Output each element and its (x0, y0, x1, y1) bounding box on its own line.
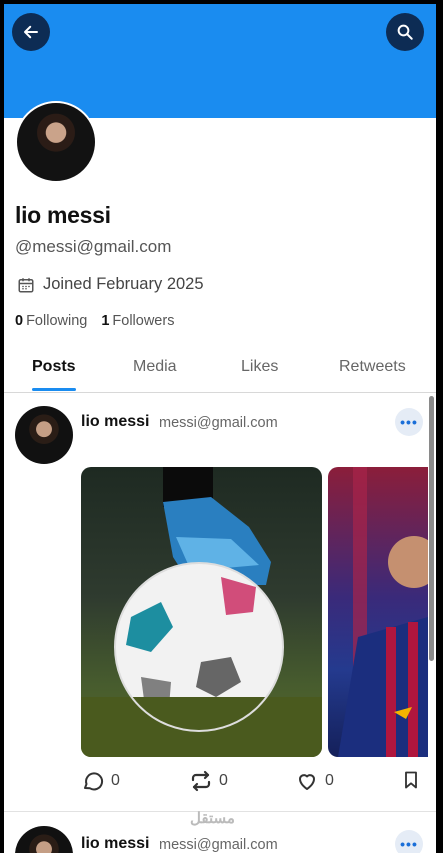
football-illustration (81, 467, 322, 757)
joined-date: Joined February 2025 (17, 275, 204, 294)
post-author-name[interactable]: lio messi (81, 835, 149, 853)
post-author-name[interactable]: lio messi (81, 413, 149, 431)
profile-name: lio messi (15, 202, 111, 228)
post-author-handle: messi@gmail.com (159, 415, 278, 431)
post-more-button[interactable]: ••• (395, 408, 423, 436)
heart-icon (299, 774, 315, 790)
comment-button[interactable]: 0 (81, 769, 120, 793)
back-button[interactable] (12, 13, 50, 51)
bookmark-button[interactable] (401, 769, 421, 791)
cover-banner (4, 4, 436, 118)
post-author-handle: messi@gmail.com (159, 837, 278, 853)
like-count: 0 (325, 772, 334, 789)
post-more-button[interactable]: ••• (395, 830, 423, 853)
post-image-player[interactable] (328, 467, 428, 757)
following-count: 0 (15, 313, 24, 329)
followers-count: 1 (101, 313, 110, 329)
post-author-avatar[interactable] (15, 826, 73, 853)
post-actions: 0 0 0 (81, 769, 421, 795)
bookmark-icon (405, 771, 417, 789)
profile-screen: lio messi @messi@gmail.com Joined Februa… (4, 4, 436, 853)
joined-text: Joined February 2025 (43, 275, 204, 293)
search-button[interactable] (386, 13, 424, 51)
post-image-football[interactable] (81, 467, 322, 757)
followers-link[interactable]: 1 Followers (101, 313, 174, 329)
profile-tabs: Posts Media Likes Retweets (4, 352, 436, 393)
calendar-icon (18, 277, 34, 292)
post-author-avatar[interactable] (15, 406, 73, 464)
tab-media[interactable]: Media (133, 358, 177, 376)
comment-icon (84, 772, 104, 791)
retweet-icon (191, 770, 211, 792)
tab-retweets[interactable]: Retweets (339, 358, 406, 376)
back-arrow-icon (24, 25, 38, 39)
profile-avatar[interactable] (15, 101, 97, 183)
player-illustration (338, 467, 428, 757)
retweet-count: 0 (219, 772, 228, 789)
comment-count: 0 (111, 772, 120, 789)
retweet-button[interactable]: 0 (189, 769, 228, 793)
search-icon (397, 24, 413, 40)
like-button[interactable]: 0 (295, 769, 334, 793)
scrollbar[interactable] (429, 396, 434, 661)
following-link[interactable]: 0 Following (15, 313, 87, 329)
profile-handle: @messi@gmail.com (15, 237, 172, 256)
tab-posts[interactable]: Posts (32, 358, 76, 376)
active-tab-indicator (32, 388, 76, 391)
tab-likes[interactable]: Likes (241, 358, 278, 376)
followers-label: Followers (112, 313, 175, 329)
watermark-logo: مستقل (190, 810, 235, 827)
follow-stats: 0 Following 1 Followers (15, 313, 174, 329)
following-label: Following (26, 313, 88, 329)
